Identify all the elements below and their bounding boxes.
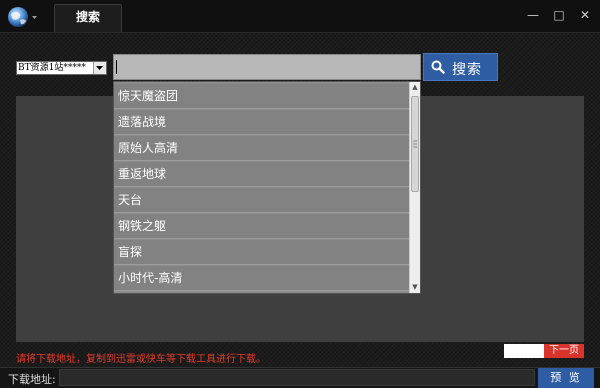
suggestion-item[interactable]: 钢铁之躯: [114, 214, 409, 239]
download-address-field[interactable]: [59, 369, 535, 386]
suggestion-dropdown: 惊天魔盗团 遗落战境 原始人高清 重返地球 天台 钢铁之躯 盲探 小时代-高清 …: [113, 81, 421, 294]
text-caret: [116, 60, 117, 74]
page-input[interactable]: [504, 344, 544, 358]
scroll-up-icon[interactable]: ▲: [410, 82, 420, 93]
suggestion-item[interactable]: 盲探: [114, 240, 409, 265]
bottom-bar: 下载地址: 预 览: [0, 367, 600, 388]
globe-icon: [8, 7, 37, 27]
close-button[interactable]: ✕: [574, 6, 596, 24]
search-button[interactable]: 搜索: [423, 53, 498, 81]
tab-search[interactable]: 搜索: [54, 4, 122, 32]
suggestion-item[interactable]: 小时代-高清: [114, 266, 409, 291]
chevron-down-icon[interactable]: [93, 62, 106, 74]
search-input[interactable]: [113, 54, 421, 80]
scroll-down-icon[interactable]: ▼: [410, 282, 420, 293]
suggestion-item[interactable]: 天台: [114, 188, 409, 213]
source-select[interactable]: BT资源1站*****: [16, 61, 107, 75]
scrollbar-thumb[interactable]: [411, 96, 419, 192]
suggestion-item[interactable]: 原始人高清: [114, 136, 409, 161]
search-button-label: 搜索: [452, 62, 482, 78]
minimize-button[interactable]: —: [522, 6, 544, 24]
preview-button[interactable]: 预 览: [538, 368, 594, 388]
title-bar: 搜索 — □ ✕: [0, 0, 600, 33]
suggestion-item[interactable]: 重返地球: [114, 162, 409, 187]
next-page-button[interactable]: 下一页: [544, 344, 584, 358]
suggestion-item[interactable]: 惊天魔盗团: [114, 84, 409, 109]
suggestion-item[interactable]: 遗落战境: [114, 110, 409, 135]
dropdown-scrollbar[interactable]: ▲ ▼: [409, 82, 420, 293]
source-select-value: BT资源1站*****: [18, 63, 86, 73]
download-notice: 请将下载地址，复制到迅雷或快车等下载工具进行下载。: [16, 354, 266, 365]
search-icon: [431, 60, 445, 78]
download-address-label: 下载地址:: [8, 373, 56, 386]
maximize-button[interactable]: □: [548, 6, 570, 24]
app-logo-menu[interactable]: [6, 5, 40, 29]
